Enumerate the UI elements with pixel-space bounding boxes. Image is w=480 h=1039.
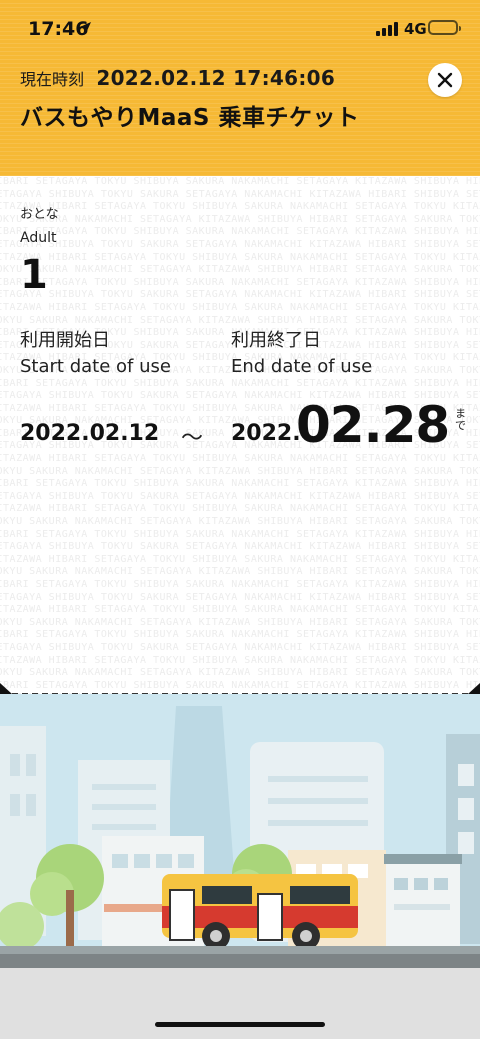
network-type: 4G (404, 20, 427, 38)
pattern-line: KITAZAWA HIBARI SETAGAYA TOKYU SHIBUYA S… (0, 654, 480, 666)
location-arrow-icon (80, 19, 92, 37)
home-indicator[interactable] (155, 1022, 325, 1027)
end-date-month-day: 02.28 (296, 396, 450, 454)
pattern-line: KITAZAWA HIBARI SETAGAYA TOKYU SHIBUYA S… (0, 604, 480, 616)
pattern-line: SETAGAYA SHIBUYA TOKYU SAKURA SETAGAYA N… (0, 188, 480, 200)
current-time-label: 現在時刻 (20, 70, 85, 89)
battery-icon (428, 20, 461, 35)
pattern-line: HIBARI SETAGAYA TOKYU SHIBUYA SAKURA NAK… (0, 528, 480, 540)
start-date: 2022.02.12 (20, 421, 160, 446)
pattern-line: TOKYU SAKURA NAKAMACHI SETAGAYA KITAZAWA… (0, 264, 480, 276)
pattern-line: TOKYU SAKURA NAKAMACHI SETAGAYA KITAZAWA… (0, 516, 480, 528)
city-bus-illustration (0, 694, 480, 1039)
close-button[interactable] (428, 63, 462, 97)
pattern-line: KITAZAWA HIBARI SETAGAYA TOKYU SHIBUYA S… (0, 201, 480, 213)
pattern-line: KITAZAWA HIBARI SETAGAYA TOKYU SHIBUYA S… (0, 453, 480, 465)
pattern-line: HIBARI SETAGAYA TOKYU SHIBUYA SAKURA NAK… (0, 276, 480, 288)
status-bar: 17:46 4G (0, 0, 480, 58)
pattern-line: SETAGAYA SHIBUYA TOKYU SAKURA SETAGAYA N… (0, 641, 480, 653)
pattern-line: KITAZAWA HIBARI SETAGAYA TOKYU SHIBUYA S… (0, 553, 480, 565)
pattern-line: TOKYU SAKURA NAKAMACHI SETAGAYA KITAZAWA… (0, 566, 480, 578)
close-icon (437, 72, 453, 88)
pattern-line: HIBARI SETAGAYA TOKYU SHIBUYA SAKURA NAK… (0, 176, 480, 187)
pattern-line: TOKYU SAKURA NAKAMACHI SETAGAYA KITAZAWA… (0, 213, 480, 225)
passenger-type-jp: おとな (20, 207, 59, 222)
pattern-line: TOKYU SAKURA NAKAMACHI SETAGAYA KITAZAWA… (0, 616, 480, 628)
pattern-line: SETAGAYA SHIBUYA TOKYU SAKURA SETAGAYA N… (0, 289, 480, 301)
pattern-line: KITAZAWA HIBARI SETAGAYA TOKYU SHIBUYA S… (0, 503, 480, 515)
end-date-label-jp: 利用終了日 (231, 330, 321, 351)
current-time-value: 2022.02.12 17:46:06 (96, 66, 336, 90)
pattern-line: KITAZAWA HIBARI SETAGAYA TOKYU SHIBUYA S… (0, 301, 480, 313)
end-date-year: 2022. (231, 421, 301, 446)
date-separator: ～ (181, 426, 204, 451)
page-title: バスもやりMaaS 乗車チケット (20, 105, 360, 131)
start-date-label-jp: 利用開始日 (20, 330, 110, 351)
pattern-line: HIBARI SETAGAYA TOKYU SHIBUYA SAKURA NAK… (0, 579, 480, 590)
pattern-line: HIBARI SETAGAYA TOKYU SHIBUYA SAKURA NAK… (0, 377, 480, 389)
pattern-line: SETAGAYA SHIBUYA TOKYU SAKURA SETAGAYA N… (0, 541, 480, 553)
passenger-type-en: Adult (20, 230, 57, 246)
pattern-line: TOKYU SAKURA NAKAMACHI SETAGAYA KITAZAWA… (0, 667, 480, 679)
pattern-line: HIBARI SETAGAYA TOKYU SHIBUYA SAKURA NAK… (0, 478, 480, 490)
ticket-header: 17:46 4G 現在時刻 2022.02.12 17:46:06 バスもやりM… (0, 0, 480, 176)
pattern-line: HIBARI SETAGAYA TOKYU SHIBUYA SAKURA NAK… (0, 629, 480, 641)
pattern-line: HIBARI SETAGAYA TOKYU SHIBUYA SAKURA NAK… (0, 226, 480, 238)
until-label: まで (455, 407, 466, 432)
pattern-line: SETAGAYA SHIBUYA TOKYU SAKURA SETAGAYA N… (0, 591, 480, 603)
pattern-line: HIBARI SETAGAYA TOKYU SHIBUYA SAKURA NAK… (0, 679, 480, 691)
start-date-label-en: Start date of use (20, 356, 171, 377)
passenger-count: 1 (20, 252, 48, 298)
pattern-line: TOKYU SAKURA NAKAMACHI SETAGAYA KITAZAWA… (0, 465, 480, 477)
end-date-label-en: End date of use (231, 356, 373, 377)
signal-icon (376, 22, 398, 36)
pattern-line: KITAZAWA HIBARI SETAGAYA TOKYU SHIBUYA S… (0, 251, 480, 263)
pattern-line: SETAGAYA SHIBUYA TOKYU SAKURA SETAGAYA N… (0, 238, 480, 250)
pattern-line: SETAGAYA SHIBUYA TOKYU SAKURA SETAGAYA N… (0, 490, 480, 502)
current-time-row: 現在時刻 2022.02.12 17:46:06 (20, 66, 335, 90)
